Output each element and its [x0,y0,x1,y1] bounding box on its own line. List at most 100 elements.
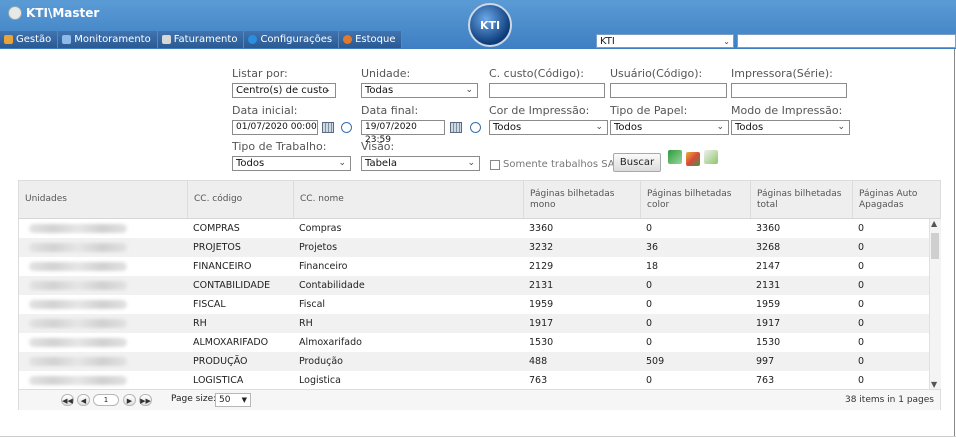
col-cc-codigo[interactable]: CC. código [187,181,293,218]
menu-faturamento[interactable]: Faturamento [157,31,245,48]
visao-value: Tabela [365,158,397,169]
cell-cc-nome: RH [299,318,313,329]
cell-color: 18 [646,261,659,272]
scroll-down-icon[interactable]: ▼ [931,380,937,389]
company-select-value: KTI [600,36,615,47]
chevron-down-icon: ⌄ [723,37,730,46]
cell-cc-nome: Produção [299,356,343,367]
chevron-down-icon: ⌄ [716,122,724,132]
table-header: Unidades CC. código CC. nome Páginas bil… [19,181,940,219]
col-paginas-color[interactable]: Páginas bilhetadas color [640,181,750,218]
table-row[interactable]: ALMOXARIFADO Almoxarifado 1530 0 1530 0 [19,333,929,352]
page-number-input[interactable]: 1 [93,394,119,406]
cell-auto-apagadas: 0 [858,299,865,310]
cor-select[interactable]: Todos ⌄ [489,120,608,135]
page-size-label: Page size: [171,394,217,404]
scroll-up-icon[interactable]: ▲ [931,219,937,228]
menu-label: Estoque [355,34,396,45]
tipo-trabalho-select[interactable]: Todos ⌄ [232,156,351,171]
menu-monitoramento[interactable]: Monitoramento [58,31,158,48]
cell-total: 3268 [756,242,781,253]
clock-icon[interactable] [341,122,352,133]
redacted-unit [29,338,127,347]
table-row[interactable]: COMPRAS Compras 3360 0 3360 0 [19,219,929,238]
company-search-input[interactable] [737,34,956,48]
last-page-button[interactable]: ▶▶ [139,394,152,406]
col-cc-nome[interactable]: CC. nome [293,181,523,218]
unidade-select[interactable]: Todas ⌄ [361,83,478,98]
excel-export-icon[interactable] [668,150,682,164]
data-final-input[interactable]: 19/07/2020 23:59 [361,120,445,145]
cell-auto-apagadas: 0 [858,318,865,329]
col-unidades[interactable]: Unidades [19,181,187,218]
menu-estoque[interactable]: Estoque [339,31,403,48]
cell-mono: 1917 [529,318,554,329]
cell-cc-codigo: FISCAL [193,299,226,310]
impressora-input[interactable] [731,83,847,98]
table-row[interactable]: PROJETOS Projetos 3232 36 3268 0 [19,238,929,257]
document-export-icon[interactable] [704,150,718,164]
sap-checkbox[interactable] [490,160,500,170]
cell-mono: 1959 [529,299,554,310]
data-inicial-input[interactable]: 01/07/2020 00:00 [232,120,318,135]
cell-cc-codigo: ALMOXARIFADO [193,337,269,348]
table-row[interactable]: FINANCEIRO Financeiro 2129 18 2147 0 [19,257,929,276]
cell-cc-nome: Compras [299,223,342,234]
visao-select[interactable]: Tabela ⌄ [361,156,480,171]
calendar-icon[interactable] [322,122,334,133]
company-select[interactable]: KTI ⌄ [596,34,734,48]
cell-cc-nome: Almoxarifado [299,337,362,348]
cell-total: 2147 [756,261,781,272]
table-row[interactable]: RH RH 1917 0 1917 0 [19,314,929,333]
cell-total: 1530 [756,337,781,348]
cell-total: 1917 [756,318,781,329]
vertical-scrollbar[interactable]: ▲ ▼ [929,219,941,389]
cell-color: 0 [646,375,653,386]
calendar-icon[interactable] [450,122,462,133]
first-page-button[interactable]: ◀◀ [61,394,74,406]
table-row[interactable]: PRODUÇÃO Produção 488 509 997 0 [19,352,929,371]
col-paginas-auto-apagadas[interactable]: Páginas Auto Apagadas [852,181,940,218]
menu-configuracoes[interactable]: Configurações [244,31,340,48]
cell-cc-nome: Financeiro [299,261,348,272]
cell-total: 1959 [756,299,781,310]
clock-icon[interactable] [470,122,481,133]
prev-page-button[interactable]: ◀ [77,394,90,406]
page-size-select[interactable]: 50 ▼ [215,393,251,407]
cell-cc-nome: Projetos [299,242,338,253]
cell-color: 0 [646,280,653,291]
menu-label: Faturamento [173,34,238,45]
modo-select[interactable]: Todos ⌄ [731,120,850,135]
scroll-thumb[interactable] [931,233,939,259]
col-paginas-total[interactable]: Páginas bilhetadas total [750,181,852,218]
cell-cc-codigo: COMPRAS [193,223,240,234]
chart-export-icon[interactable] [686,152,700,166]
listar-por-select[interactable]: Centro(s) de custo ⌄ [232,83,336,98]
chevron-down-icon: ⌄ [595,122,603,132]
filter-panel: Listar por: Centro(s) de custo ⌄ Unidade:… [0,49,956,180]
app-header: KTI\Master Gestão Monitoramento Faturame… [0,0,956,49]
table-row[interactable]: LOGISTICA Logistica 763 0 763 0 [19,371,929,389]
table-row[interactable]: FISCAL Fiscal 1959 0 1959 0 [19,295,929,314]
cell-cc-codigo: CONTABILIDADE [193,280,271,291]
table-row[interactable]: CONTABILIDADE Contabilidade 2131 0 2131 … [19,276,929,295]
table-body: COMPRAS Compras 3360 0 3360 0 PROJETOS P… [19,219,929,389]
impressora-label: Impressora(Série): [731,67,833,80]
cell-cc-codigo: LOGISTICA [193,375,244,386]
cell-cc-codigo: PRODUÇÃO [193,356,248,367]
buscar-button[interactable]: Buscar [613,153,661,172]
ccusto-input[interactable] [489,83,605,98]
papel-select[interactable]: Todos ⌄ [610,120,729,135]
menu-gestao[interactable]: Gestão [0,31,59,48]
cell-mono: 3232 [529,242,554,253]
col-paginas-mono[interactable]: Páginas bilhetadas mono [523,181,640,218]
next-page-button[interactable]: ▶ [123,394,136,406]
cell-color: 36 [646,242,659,253]
logo-text: KTI [479,18,501,32]
redacted-unit [29,262,127,271]
cell-cc-nome: Logistica [299,375,341,386]
cell-color: 0 [646,223,653,234]
usuario-input[interactable] [610,83,727,98]
app-title-text: KTI\Master [26,6,100,20]
results-table: Unidades CC. código CC. nome Páginas bil… [18,180,941,410]
